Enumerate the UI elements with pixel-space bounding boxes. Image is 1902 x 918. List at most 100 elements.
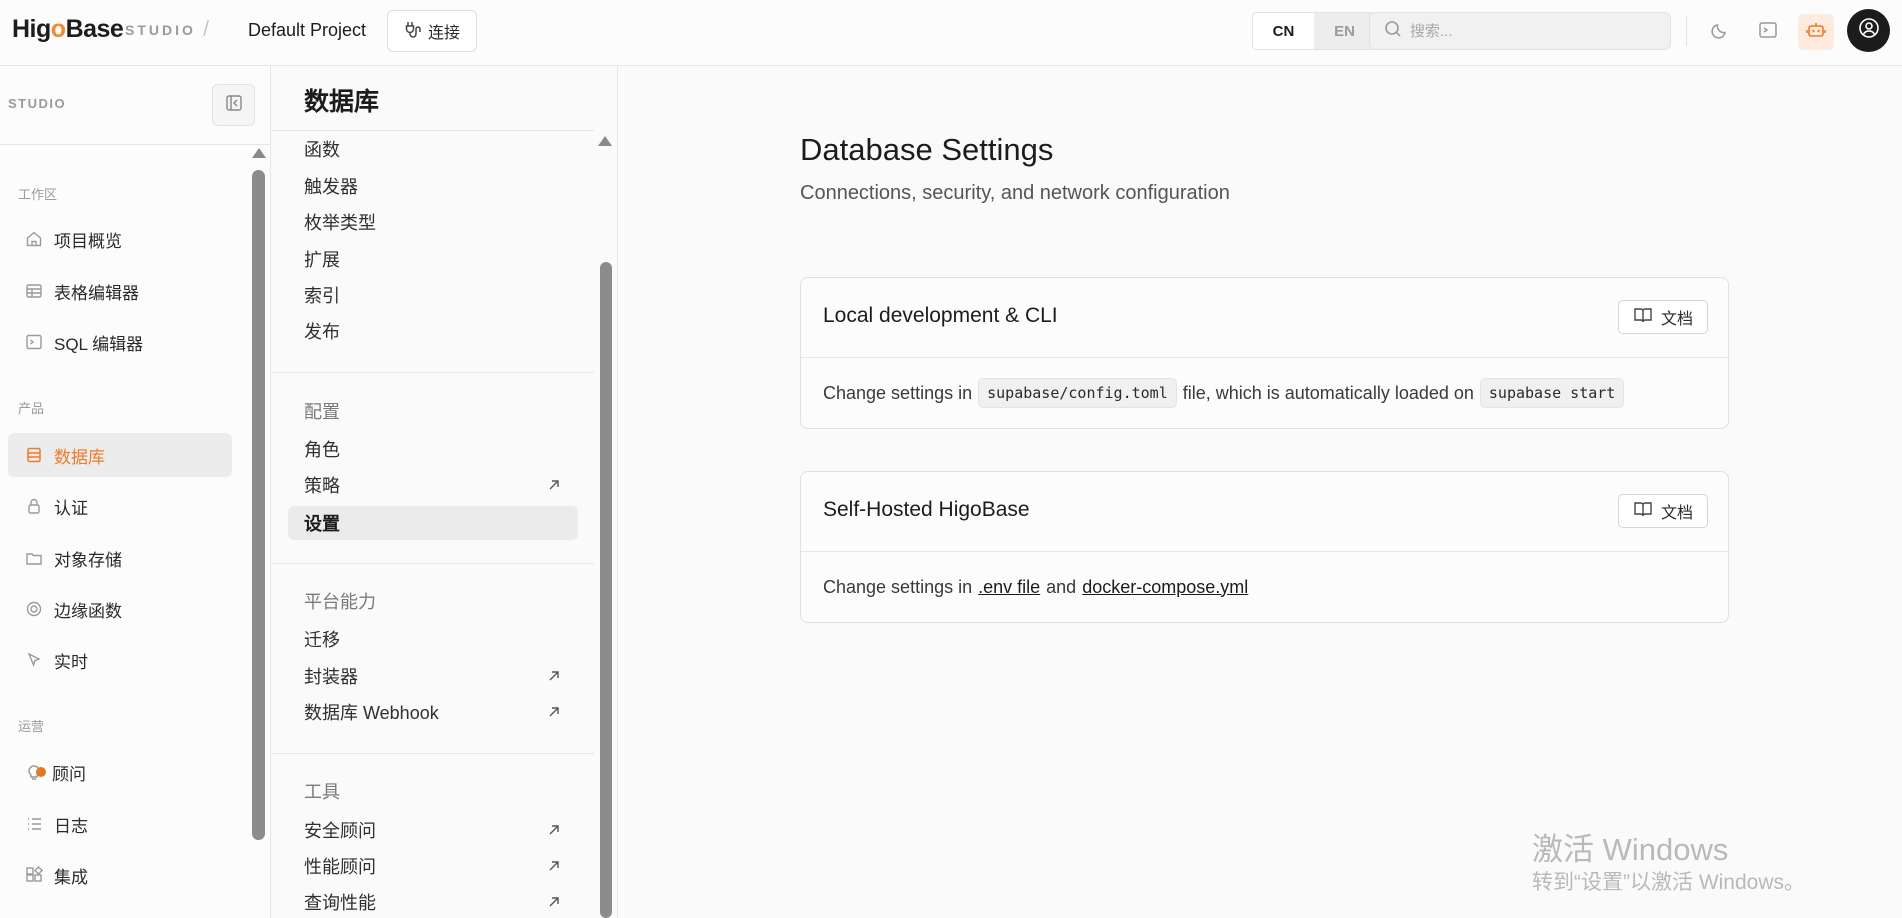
terminal-icon bbox=[24, 332, 44, 352]
sidebar-item-label: 认证 bbox=[54, 498, 88, 518]
external-link-icon bbox=[549, 897, 559, 907]
sidebar-item-label: 日志 bbox=[54, 816, 88, 836]
terminal-icon bbox=[1758, 20, 1778, 45]
integrations-icon bbox=[24, 865, 44, 885]
card-header: Self-Hosted HigoBase 文档 bbox=[801, 472, 1728, 552]
logo[interactable]: HigoBase bbox=[12, 15, 124, 44]
sidebar-item-advisors[interactable]: 顾问 bbox=[8, 750, 232, 794]
sidebar-item-logs[interactable]: 日志 bbox=[8, 802, 232, 846]
theme-toggle-button[interactable] bbox=[1702, 14, 1738, 50]
card-title: Local development & CLI bbox=[823, 304, 1058, 327]
sidebar-item-auth[interactable]: 认证 bbox=[8, 484, 232, 528]
breadcrumb-separator: / bbox=[203, 16, 210, 41]
menu-item-publications[interactable]: 发布 bbox=[288, 314, 578, 348]
menu-scroll-up-arrow[interactable] bbox=[598, 136, 612, 146]
card-text: Change settings in bbox=[823, 576, 973, 597]
docs-button[interactable]: 文档 bbox=[1618, 300, 1708, 334]
database-icon bbox=[24, 445, 44, 465]
database-menu: 数据库 函数 触发器 枚举类型 扩展 索引 发布 配置 角色 策略 设置 平台能… bbox=[272, 66, 618, 918]
notification-dot bbox=[36, 767, 46, 777]
user-avatar[interactable] bbox=[1847, 9, 1890, 52]
language-toggle[interactable]: CN EN bbox=[1252, 12, 1376, 50]
docs-button[interactable]: 文档 bbox=[1618, 494, 1708, 528]
menu-item-query-performance[interactable]: 查询性能 bbox=[288, 885, 578, 918]
external-link-icon bbox=[549, 480, 559, 490]
external-link-icon bbox=[549, 861, 559, 871]
search-input[interactable] bbox=[1410, 22, 1650, 40]
menu-item-functions[interactable]: 函数 bbox=[288, 132, 578, 166]
sidebar-divider bbox=[0, 144, 271, 145]
book-icon bbox=[1633, 306, 1653, 329]
menu-item-settings[interactable]: 设置 bbox=[288, 506, 578, 540]
external-link-icon bbox=[549, 707, 559, 717]
menu-item-webhooks[interactable]: 数据库 Webhook bbox=[288, 695, 578, 729]
env-file-link[interactable]: .env file bbox=[978, 577, 1040, 598]
sidebar-item-realtime[interactable]: 实时 bbox=[8, 638, 232, 682]
sidebar: STUDIO 工作区 项目概览 表格编辑器 SQL 编辑器 产品 数据库 认证 … bbox=[0, 66, 271, 918]
menu-item-wrappers[interactable]: 封装器 bbox=[288, 659, 578, 693]
sidebar-item-storage[interactable]: 对象存储 bbox=[8, 536, 232, 580]
assistant-button[interactable] bbox=[1798, 14, 1834, 50]
section-workspace: 工作区 bbox=[18, 187, 58, 202]
connect-button[interactable]: 连接 bbox=[387, 10, 477, 52]
sidebar-item-sql-editor[interactable]: SQL 编辑器 bbox=[8, 320, 232, 364]
sidebar-item-label: 对象存储 bbox=[54, 550, 122, 570]
top-bar: HigoBase STUDIO / Default Project 连接 CN … bbox=[0, 0, 1902, 66]
docker-compose-link[interactable]: docker-compose.yml bbox=[1082, 577, 1248, 598]
sidebar-item-label: 实时 bbox=[54, 652, 88, 672]
card-text: file, which is automatically loaded on bbox=[1182, 382, 1474, 403]
sidebar-item-label: 表格编辑器 bbox=[54, 283, 139, 303]
list-icon bbox=[24, 814, 44, 834]
toolbar-divider bbox=[1686, 16, 1687, 46]
sidebar-item-table-editor[interactable]: 表格编辑器 bbox=[8, 269, 232, 313]
windows-activation-watermark: 激活 Windows bbox=[1532, 832, 1729, 867]
cursor-icon bbox=[24, 650, 44, 670]
sidebar-item-database[interactable]: 数据库 bbox=[8, 433, 232, 477]
book-icon bbox=[1633, 500, 1653, 523]
sidebar-scroll-up-arrow[interactable] bbox=[252, 148, 266, 158]
project-name[interactable]: Default Project bbox=[248, 20, 366, 41]
local-dev-card: Local development & CLI 文档 Change settin… bbox=[800, 277, 1729, 429]
lang-cn-option[interactable]: CN bbox=[1253, 13, 1314, 49]
section-product: 产品 bbox=[18, 401, 45, 416]
menu-divider bbox=[272, 372, 594, 373]
sidebar-scrollbar[interactable] bbox=[252, 170, 265, 840]
sidebar-collapse-icon bbox=[225, 94, 243, 117]
sidebar-item-overview[interactable]: 项目概览 bbox=[8, 217, 232, 261]
sidebar-item-label: 数据库 bbox=[54, 447, 105, 467]
config-path-code: supabase/config.toml bbox=[978, 378, 1177, 408]
folder-icon bbox=[24, 548, 44, 568]
sidebar-item-edge-functions[interactable]: 边缘函数 bbox=[8, 587, 232, 631]
search-box[interactable] bbox=[1369, 12, 1671, 50]
lang-en-option[interactable]: EN bbox=[1314, 13, 1375, 49]
menu-item-migrations[interactable]: 迁移 bbox=[288, 622, 578, 656]
menu-item-extensions[interactable]: 扩展 bbox=[288, 242, 578, 276]
card-body: Change settings in .env file and docker-… bbox=[801, 552, 1728, 622]
menu-item-triggers[interactable]: 触发器 bbox=[288, 169, 578, 203]
edge-functions-icon bbox=[24, 599, 44, 619]
menu-item-policies[interactable]: 策略 bbox=[288, 468, 578, 502]
terminal-button[interactable] bbox=[1750, 14, 1786, 50]
section-ops: 运营 bbox=[18, 719, 45, 734]
menu-item-performance-advisor[interactable]: 性能顾问 bbox=[288, 849, 578, 883]
menu-scrollbar[interactable] bbox=[600, 262, 612, 918]
menu-item-enum-types[interactable]: 枚举类型 bbox=[288, 205, 578, 239]
sidebar-item-integrations[interactable]: 集成 bbox=[8, 853, 232, 897]
menu-title: 数据库 bbox=[304, 88, 380, 116]
external-link-icon bbox=[549, 671, 559, 681]
menu-divider bbox=[272, 130, 594, 131]
connect-label: 连接 bbox=[427, 25, 460, 42]
menu-item-security-advisor[interactable]: 安全顾问 bbox=[288, 813, 578, 847]
home-icon bbox=[24, 229, 44, 249]
menu-divider bbox=[272, 753, 594, 754]
menu-item-indexes[interactable]: 索引 bbox=[288, 278, 578, 312]
moon-icon bbox=[1710, 20, 1730, 45]
menu-item-roles[interactable]: 角色 bbox=[288, 432, 578, 466]
start-command-code: supabase start bbox=[1479, 378, 1625, 408]
sidebar-item-label: 边缘函数 bbox=[54, 601, 122, 621]
sidebar-item-label: 项目概览 bbox=[54, 231, 122, 251]
collapse-sidebar-button[interactable] bbox=[212, 84, 255, 126]
sidebar-item-label: 顾问 bbox=[52, 764, 86, 784]
menu-section-tools: 工具 bbox=[304, 782, 340, 802]
sidebar-item-label: 集成 bbox=[54, 867, 88, 887]
